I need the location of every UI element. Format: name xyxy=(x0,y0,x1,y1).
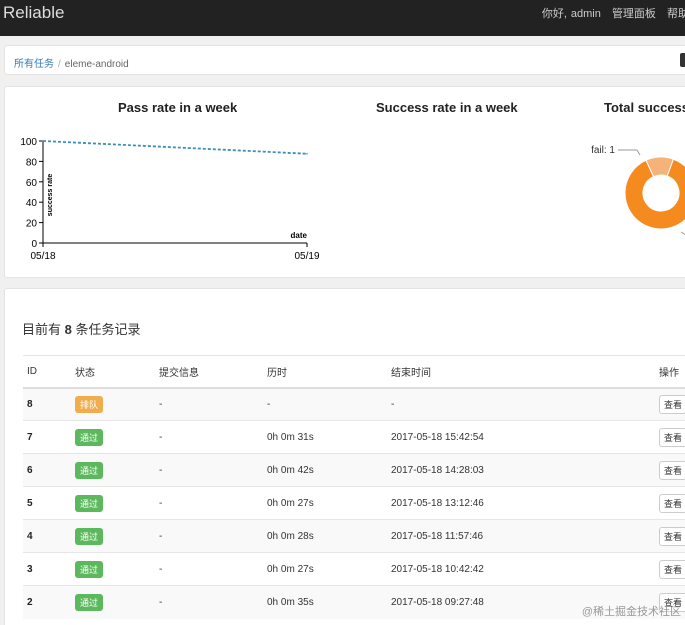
y-tick-label: 20 xyxy=(26,219,38,230)
status-badge: 通过 xyxy=(75,428,104,446)
series-point xyxy=(42,140,44,142)
series-line xyxy=(42,140,308,155)
view-button[interactable]: 查看 xyxy=(659,493,685,513)
status-badge: 通过 xyxy=(75,461,104,479)
task-id: 4 xyxy=(23,519,71,553)
x-axis-label: date xyxy=(291,231,308,240)
pie-label-leader-2 xyxy=(636,149,641,156)
task-ended: 2017-05-18 11:57:46 xyxy=(387,519,655,553)
tasks-heading: 目前有 8 条任务记录 xyxy=(22,319,141,338)
nav-user-area: 你好, admin 管理面板 帮助 xyxy=(534,5,685,21)
greeting-text: 你好, xyxy=(541,8,567,20)
total-success-pie-chart: fail: 1 xyxy=(591,145,685,235)
task-info: - xyxy=(155,486,263,520)
status-badge: 通过 xyxy=(75,560,104,578)
task-ended: 2017-05-18 13:12:46 xyxy=(387,486,655,520)
table-row: 3 通过 - 0h 0m 27s 2017-05-18 10:42:42 查看 xyxy=(23,552,685,586)
tasks-panel: 目前有 8 条任务记录 ID 状态 提交信息 历时 结束时间 操作 8 排队 -… xyxy=(4,288,685,625)
task-info: - xyxy=(155,585,263,619)
view-button[interactable]: 查看 xyxy=(659,394,685,414)
col-ended: 结束时间 xyxy=(387,355,655,389)
task-ended: 2017-05-18 15:42:54 xyxy=(387,420,655,454)
status-badge: 通过 xyxy=(75,494,104,512)
tasks-heading-prefix: 目前有 xyxy=(22,322,62,337)
charts-panel: Pass rate in a week Success rate in a we… xyxy=(4,86,685,278)
task-duration: 0h 0m 27s xyxy=(263,552,387,586)
task-id: 6 xyxy=(23,453,71,487)
watermark: @稀土掘金技术社区 xyxy=(581,606,681,618)
table-row: 7 通过 - 0h 0m 31s 2017-05-18 15:42:54 查看 xyxy=(23,420,685,454)
series-point xyxy=(306,152,308,155)
view-button[interactable]: 查看 xyxy=(659,460,685,480)
task-info: - xyxy=(155,519,263,553)
col-info: 提交信息 xyxy=(155,355,263,389)
task-duration: 0h 0m 27s xyxy=(263,486,387,520)
task-duration: 0h 0m 42s xyxy=(263,453,387,487)
task-info: - xyxy=(155,387,263,421)
dashboard-link[interactable]: 管理面板 xyxy=(612,8,656,20)
y-tick-label: 0 xyxy=(31,239,37,250)
table-row: 6 通过 - 0h 0m 42s 2017-05-18 14:28:03 查看 xyxy=(23,453,685,487)
task-duration: 0h 0m 28s xyxy=(263,519,387,553)
col-status: 状态 xyxy=(71,355,155,389)
breadcrumb-current: eleme-android xyxy=(64,59,129,70)
col-id: ID xyxy=(23,355,71,389)
task-duration: 0h 0m 35s xyxy=(263,585,387,619)
help-link[interactable]: 帮助 xyxy=(667,8,685,20)
breadcrumb-separator: / xyxy=(58,59,61,70)
task-info: - xyxy=(155,453,263,487)
table-header-row: ID 状态 提交信息 历时 结束时间 操作 xyxy=(23,355,685,389)
pie-label-leader-right xyxy=(680,231,685,235)
y-tick-label: 100 xyxy=(20,137,37,148)
task-id: 5 xyxy=(23,486,71,520)
breadcrumb: 所有任务 / eleme-android xyxy=(4,45,685,75)
task-id: 2 xyxy=(23,585,71,619)
task-ended: - xyxy=(387,387,655,421)
app-brand[interactable]: Reliable xyxy=(3,3,64,23)
task-info: - xyxy=(155,552,263,586)
x-tick-label: 05/18 xyxy=(30,251,55,262)
y-tick-label: 80 xyxy=(26,157,38,168)
table-row: 4 通过 - 0h 0m 28s 2017-05-18 11:57:46 查看 xyxy=(23,519,685,553)
task-ended: 2017-05-18 10:42:42 xyxy=(387,552,655,586)
y-axis-label: success rate xyxy=(47,174,54,217)
status-badge: 通过 xyxy=(75,527,104,545)
view-button[interactable]: 查看 xyxy=(659,427,685,447)
pie-label-fail: fail: 1 xyxy=(591,145,615,156)
tasks-count: 8 xyxy=(64,322,72,337)
y-tick-label: 60 xyxy=(26,178,38,189)
username-link[interactable]: admin xyxy=(571,8,601,20)
view-button[interactable]: 查看 xyxy=(659,559,685,579)
tasks-table: ID 状态 提交信息 历时 结束时间 操作 8 排队 - - - 查看 7 通过… xyxy=(23,355,685,619)
status-badge: 通过 xyxy=(75,593,104,611)
success-rate-title: Success rate in a week xyxy=(376,100,518,115)
table-row: 5 通过 - 0h 0m 27s 2017-05-18 13:12:46 查看 xyxy=(23,486,685,520)
task-duration: 0h 0m 31s xyxy=(263,420,387,454)
top-navbar: Reliable 你好, admin 管理面板 帮助 xyxy=(0,0,685,36)
col-action: 操作 xyxy=(655,355,685,389)
col-duration: 历时 xyxy=(263,355,387,389)
task-ended: 2017-05-18 14:28:03 xyxy=(387,453,655,487)
task-id: 3 xyxy=(23,552,71,586)
task-id: 7 xyxy=(23,420,71,454)
task-info: - xyxy=(155,420,263,454)
table-row: 8 排队 - - - 查看 xyxy=(23,387,685,421)
status-badge: 排队 xyxy=(75,395,104,413)
task-duration: - xyxy=(263,387,387,421)
breadcrumb-all-tasks[interactable]: 所有任务 xyxy=(14,59,54,70)
y-tick-label: 40 xyxy=(26,198,38,209)
edit-icon[interactable] xyxy=(680,53,685,67)
view-button[interactable]: 查看 xyxy=(659,526,685,546)
task-id: 8 xyxy=(23,387,71,421)
tasks-heading-suffix: 条任务记录 xyxy=(75,322,141,337)
pass-rate-line-chart: 0 20 40 60 80 100 05/18 05/19 success rate dat… xyxy=(20,137,320,262)
x-tick-label: 05/19 xyxy=(294,251,319,262)
